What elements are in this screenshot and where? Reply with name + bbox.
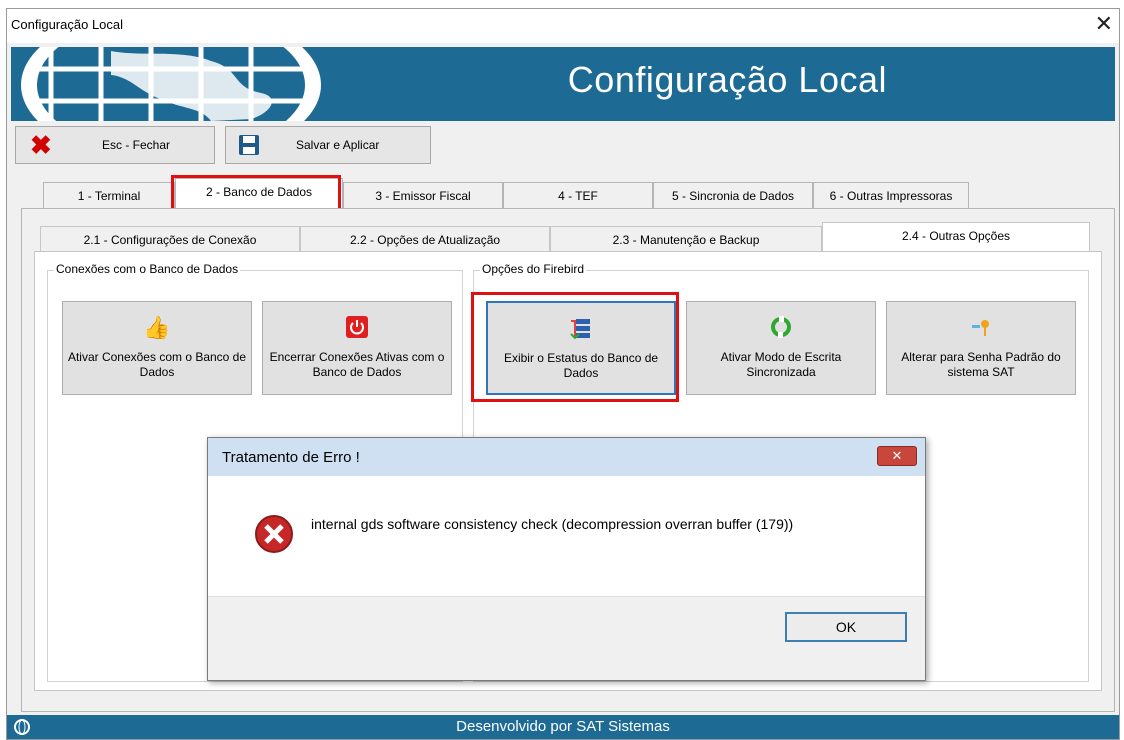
tab-tef[interactable]: 4 - TEF bbox=[503, 182, 653, 208]
banner-title: Configuração Local bbox=[567, 59, 887, 100]
tab-terminal[interactable]: 1 - Terminal bbox=[43, 182, 175, 208]
tab-outras-impressoras[interactable]: 6 - Outras Impressoras bbox=[813, 182, 969, 208]
save-apply-button[interactable]: Salvar e Aplicar bbox=[225, 126, 431, 164]
error-dialog-titlebar: Tratamento de Erro ! ✕ bbox=[208, 438, 925, 476]
activate-connections-label: Ativar Conexões com o Banco de Dados bbox=[67, 350, 247, 379]
save-button-label: Salvar e Aplicar bbox=[296, 138, 380, 152]
subtab-outras-opcoes[interactable]: 2.4 - Outras Opções bbox=[822, 222, 1090, 252]
power-icon bbox=[346, 316, 368, 338]
footer-text: Desenvolvido por SAT Sistemas bbox=[456, 718, 670, 735]
activate-connections-button[interactable]: 👍 Ativar Conexões com o Banco de Dados bbox=[62, 301, 252, 395]
close-button-label: Esc - Fechar bbox=[102, 138, 171, 152]
thumbs-up-icon: 👍 bbox=[143, 315, 171, 340]
database-status-icon bbox=[570, 319, 590, 339]
close-connections-button[interactable]: Encerrar Conexões Ativas com o Banco de … bbox=[262, 301, 452, 395]
tab-sincronia-de-dados[interactable]: 5 - Sincronia de Dados bbox=[653, 182, 813, 208]
subtab-manutencao-backup[interactable]: 2.3 - Manutenção e Backup bbox=[550, 226, 822, 252]
default-password-label: Alterar para Senha Padrão do sistema SAT bbox=[901, 350, 1061, 379]
group-conexoes-title: Conexões com o Banco de Dados bbox=[54, 262, 241, 276]
error-message: internal gds software consistency check … bbox=[311, 516, 794, 532]
close-x-icon: ✖ bbox=[30, 130, 52, 160]
header-banner: Configuração Local bbox=[11, 47, 1115, 121]
key-icon bbox=[972, 320, 989, 336]
close-connections-label: Encerrar Conexões Ativas com o Banco de … bbox=[269, 350, 445, 379]
subtab-configuracoes-conexao[interactable]: 2.1 - Configurações de Conexão bbox=[40, 226, 300, 252]
group-firebird-title: Opções do Firebird bbox=[480, 262, 587, 276]
error-dialog-title: Tratamento de Erro ! bbox=[222, 449, 360, 466]
close-button[interactable]: ✖ Esc - Fechar bbox=[15, 126, 215, 164]
sync-write-mode-button[interactable]: Ativar Modo de Escrita Sincronizada bbox=[686, 301, 876, 395]
tab-emissor-fiscal[interactable]: 3 - Emissor Fiscal bbox=[343, 182, 503, 208]
show-db-status-button[interactable]: Exibir o Estatus do Banco de Dados bbox=[486, 301, 676, 395]
error-dialog: Tratamento de Erro ! ✕ internal gds soft… bbox=[207, 437, 926, 681]
sync-write-mode-label: Ativar Modo de Escrita Sincronizada bbox=[720, 350, 842, 379]
tab-banco-de-dados[interactable]: 2 - Banco de Dados bbox=[175, 178, 343, 208]
save-icon bbox=[239, 135, 259, 155]
show-db-status-label: Exibir o Estatus do Banco de Dados bbox=[503, 351, 659, 380]
footer-bar: Desenvolvido por SAT Sistemas bbox=[7, 715, 1119, 739]
window-close-button[interactable]: ✕ bbox=[1095, 11, 1113, 37]
globe-icon bbox=[21, 47, 321, 121]
error-icon bbox=[255, 515, 293, 553]
sync-icon bbox=[771, 316, 791, 338]
window-title: Configuração Local bbox=[11, 17, 124, 32]
default-password-button[interactable]: Alterar para Senha Padrão do sistema SAT bbox=[886, 301, 1076, 395]
ok-button[interactable]: OK bbox=[785, 612, 907, 642]
error-dialog-footer: OK bbox=[208, 596, 925, 680]
error-dialog-close-button[interactable]: ✕ bbox=[877, 446, 917, 466]
window-titlebar: Configuração Local ✕ bbox=[7, 9, 1119, 43]
subtab-opcoes-atualizacao[interactable]: 2.2 - Opções de Atualização bbox=[300, 226, 550, 252]
